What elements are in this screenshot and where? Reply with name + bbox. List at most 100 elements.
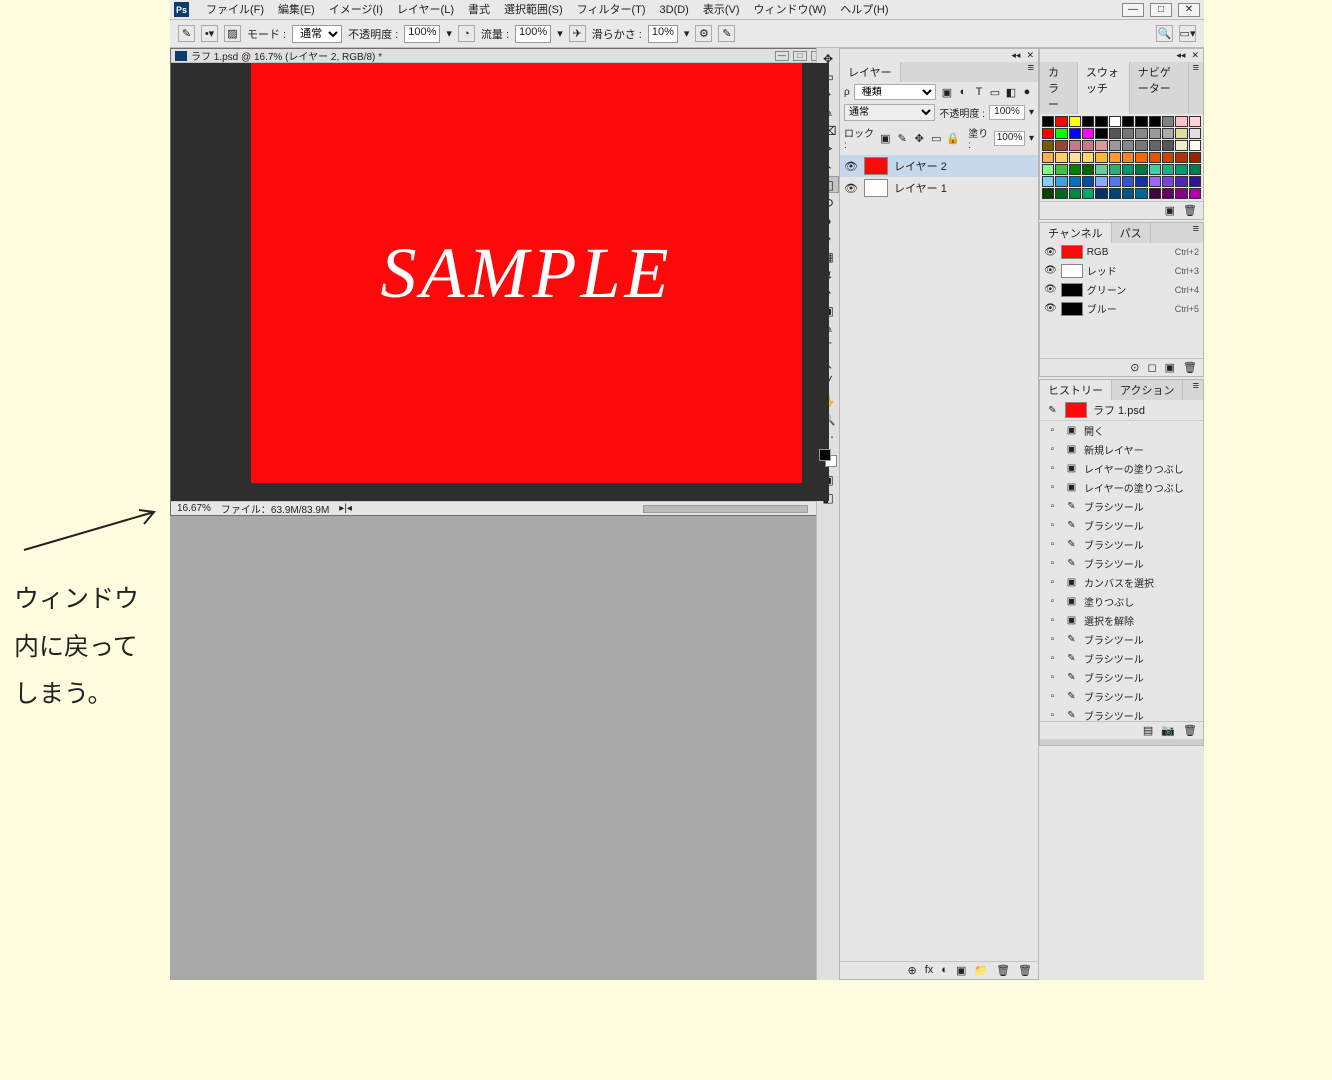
swatch[interactable] bbox=[1095, 116, 1107, 127]
swatch[interactable] bbox=[1042, 128, 1054, 139]
panel-menu-icon[interactable]: ≡ bbox=[1024, 62, 1038, 82]
history-row[interactable]: ▫▣選択を解除 bbox=[1040, 611, 1203, 630]
close-button[interactable]: ✕ bbox=[1178, 3, 1200, 17]
history-src-icon[interactable]: ▫ bbox=[1046, 652, 1059, 665]
layer-foot-button[interactable]: fx bbox=[925, 964, 934, 977]
menu-item[interactable]: レイヤー(L) bbox=[390, 0, 461, 20]
color-swap[interactable] bbox=[819, 449, 837, 467]
history-src-icon[interactable]: ▫ bbox=[1046, 576, 1059, 589]
lock-icon[interactable]: ▭ bbox=[929, 131, 943, 145]
panel-collapse-icon[interactable]: ◂◂ bbox=[1176, 50, 1185, 61]
swatch[interactable] bbox=[1095, 176, 1107, 187]
menu-item[interactable]: イメージ(I) bbox=[322, 0, 390, 20]
layer-row[interactable]: 👁レイヤー 2 bbox=[840, 155, 1038, 177]
history-row[interactable]: ▫✎ブラシツール bbox=[1040, 668, 1203, 687]
filter-icon[interactable]: ● bbox=[1020, 85, 1034, 99]
swatch[interactable] bbox=[1069, 188, 1081, 199]
swatch[interactable] bbox=[1162, 164, 1174, 175]
visibility-icon[interactable]: 👁 bbox=[1044, 247, 1057, 258]
swatch[interactable] bbox=[1162, 152, 1174, 163]
swatch[interactable] bbox=[1149, 128, 1161, 139]
doc-min-button[interactable]: — bbox=[775, 51, 789, 61]
swatch[interactable] bbox=[1135, 128, 1147, 139]
history-src-icon[interactable]: ▫ bbox=[1046, 709, 1059, 721]
history-row[interactable]: ▫✎ブラシツール bbox=[1040, 554, 1203, 573]
smoothing-options-icon[interactable]: ⚙ bbox=[695, 25, 712, 42]
swatch[interactable] bbox=[1055, 128, 1067, 139]
swatch[interactable] bbox=[1069, 164, 1081, 175]
menu-item[interactable]: 表示(V) bbox=[696, 0, 747, 20]
swatch[interactable] bbox=[1082, 188, 1094, 199]
swatch[interactable] bbox=[1082, 128, 1094, 139]
history-foot-button[interactable]: 🗑 bbox=[1183, 724, 1197, 737]
swatch[interactable] bbox=[1095, 152, 1107, 163]
swatch[interactable] bbox=[1122, 128, 1134, 139]
swatch[interactable] bbox=[1069, 116, 1081, 127]
swatch[interactable] bbox=[1175, 152, 1187, 163]
layer-foot-button[interactable]: 🗑 bbox=[996, 964, 1010, 977]
channel-row[interactable]: 👁レッドCtrl+3 bbox=[1040, 261, 1203, 280]
history-row[interactable]: ▫▣カンバスを選択 bbox=[1040, 573, 1203, 592]
visibility-icon[interactable]: 👁 bbox=[1044, 284, 1057, 295]
history-row[interactable]: ▫✎ブラシツール bbox=[1040, 535, 1203, 554]
layer-foot-button[interactable]: ◐ bbox=[941, 964, 948, 977]
smooth-value[interactable]: 10% bbox=[648, 25, 678, 43]
history-src-icon[interactable]: ▫ bbox=[1046, 595, 1059, 608]
channel-foot-button[interactable]: ◻ bbox=[1147, 361, 1156, 374]
tab-パス[interactable]: パス bbox=[1112, 223, 1151, 243]
swatch[interactable] bbox=[1042, 140, 1054, 151]
panel-collapse-icon[interactable]: ◂◂ bbox=[1011, 50, 1020, 61]
swatch[interactable] bbox=[1055, 164, 1067, 175]
swatch[interactable] bbox=[1189, 188, 1201, 199]
tab-ヒストリー[interactable]: ヒストリー bbox=[1040, 380, 1112, 400]
history-foot-button[interactable]: ▤ bbox=[1143, 724, 1153, 737]
menu-item[interactable]: 選択範囲(S) bbox=[497, 0, 570, 20]
history-src-icon[interactable]: ▫ bbox=[1046, 538, 1059, 551]
swatch[interactable] bbox=[1042, 188, 1054, 199]
swatch[interactable] bbox=[1082, 140, 1094, 151]
history-src-icon[interactable]: ▫ bbox=[1046, 443, 1059, 456]
history-row[interactable]: ▫▣開く bbox=[1040, 421, 1203, 440]
swatch[interactable] bbox=[1069, 128, 1081, 139]
menu-item[interactable]: 書式 bbox=[461, 0, 497, 20]
layer-opacity[interactable]: 100% bbox=[989, 105, 1025, 120]
brush-tool-icon[interactable]: ✎ bbox=[178, 25, 195, 42]
history-row[interactable]: ▫✎ブラシツール bbox=[1040, 497, 1203, 516]
filter-icon[interactable]: ▭ bbox=[988, 85, 1002, 99]
swatch[interactable] bbox=[1095, 164, 1107, 175]
swatch[interactable] bbox=[1149, 176, 1161, 187]
layer-row[interactable]: 👁レイヤー 1 bbox=[840, 177, 1038, 199]
airbrush-icon[interactable]: ✈ bbox=[569, 25, 586, 42]
panel-menu-icon[interactable]: ≡ bbox=[1189, 380, 1203, 400]
history-row[interactable]: ▫✎ブラシツール bbox=[1040, 516, 1203, 535]
channel-row[interactable]: 👁RGBCtrl+2 bbox=[1040, 243, 1203, 261]
swatch[interactable] bbox=[1135, 140, 1147, 151]
swatch[interactable] bbox=[1042, 152, 1054, 163]
history-row[interactable]: ▫✎ブラシツール bbox=[1040, 630, 1203, 649]
layer-fill[interactable]: 100% bbox=[994, 131, 1025, 146]
swatch[interactable] bbox=[1149, 116, 1161, 127]
swatch[interactable] bbox=[1189, 140, 1201, 151]
layer-foot-button[interactable]: 📁 bbox=[974, 964, 988, 977]
swatch[interactable] bbox=[1082, 176, 1094, 187]
menu-item[interactable]: ファイル(F) bbox=[199, 0, 271, 20]
swatch-foot-button[interactable]: 🗑 bbox=[1183, 204, 1197, 217]
swatch[interactable] bbox=[1175, 176, 1187, 187]
layer-foot-button[interactable]: 🗑 bbox=[1018, 964, 1032, 977]
swatch[interactable] bbox=[1162, 128, 1174, 139]
swatch[interactable] bbox=[1149, 164, 1161, 175]
workspace-icon[interactable]: ▭▾ bbox=[1179, 25, 1196, 42]
maximize-button[interactable]: □ bbox=[1150, 3, 1172, 17]
tab-カラー[interactable]: カラー bbox=[1040, 62, 1078, 114]
swatch[interactable] bbox=[1122, 140, 1134, 151]
swatch[interactable] bbox=[1095, 128, 1107, 139]
history-row[interactable]: ▫✎ブラシツール bbox=[1040, 706, 1203, 721]
swatch[interactable] bbox=[1175, 188, 1187, 199]
swatch[interactable] bbox=[1042, 164, 1054, 175]
history-src-icon[interactable]: ▫ bbox=[1046, 462, 1059, 475]
lock-icon[interactable]: ✎ bbox=[895, 131, 909, 145]
swatch[interactable] bbox=[1162, 116, 1174, 127]
swatch[interactable] bbox=[1149, 188, 1161, 199]
swatch[interactable] bbox=[1135, 188, 1147, 199]
mode-select[interactable]: 通常 bbox=[292, 25, 342, 43]
